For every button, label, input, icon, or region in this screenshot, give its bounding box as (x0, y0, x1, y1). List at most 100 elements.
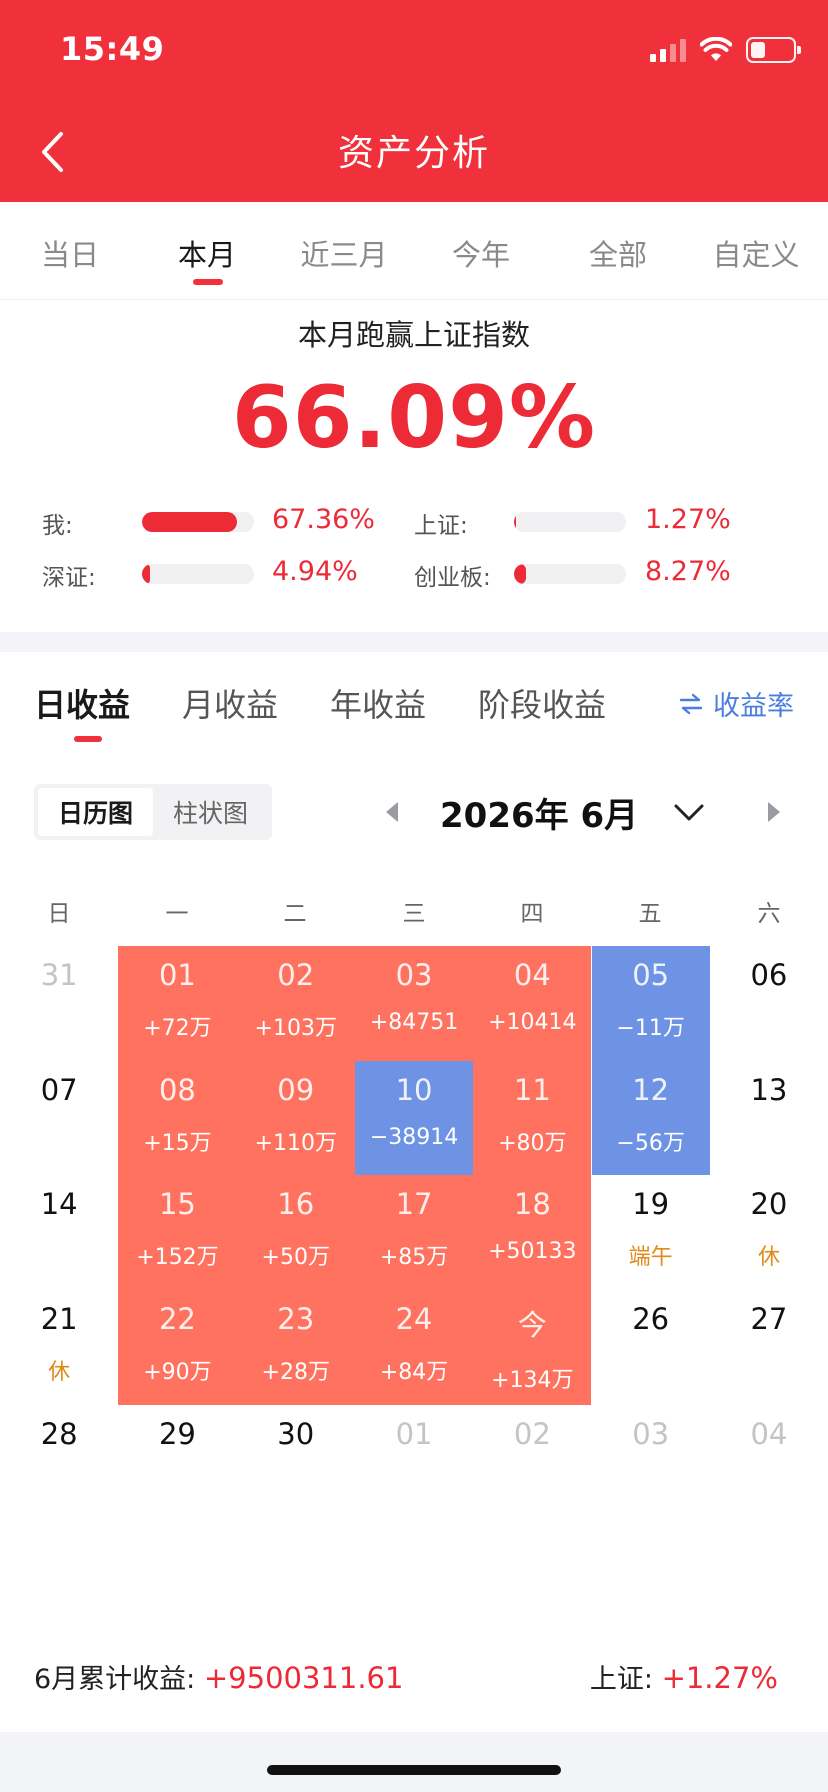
view-bar-option[interactable]: 柱状图 (153, 788, 268, 836)
tab-today[interactable]: 当日 (0, 232, 140, 274)
tab-yearly-earnings[interactable]: 年收益 (330, 680, 426, 726)
compare-label-shanghai: 上证: (414, 513, 468, 539)
calendar-day-cell[interactable]: 03 (592, 1405, 710, 1520)
calendar-day-number: 07 (40, 1072, 78, 1107)
calendar-day-cell[interactable]: 23 +28万 (236, 1290, 355, 1405)
calendar-holiday-label: 休 (757, 1245, 780, 1271)
weekday-fri: 五 (638, 901, 662, 927)
calendar-day-cell[interactable]: 07 (0, 1061, 118, 1176)
index-summary-label: 上证: (589, 1664, 653, 1695)
return-rate-link[interactable]: 收益率 (679, 684, 794, 723)
calendar-day-number: 13 (750, 1072, 788, 1107)
tab-all[interactable]: 全部 (548, 232, 688, 274)
calendar-day-cell[interactable]: 04 +10414 (473, 946, 592, 1061)
earnings-card: 日收益 月收益 年收益 阶段收益 收益率 日历图 柱状图 2026年 6月 日 … (0, 652, 828, 1732)
calendar-day-number: 04 (750, 1416, 788, 1451)
calendar-day-cell[interactable]: 17 +85万 (354, 1175, 474, 1291)
calendar-day-cell[interactable]: 20 休 (710, 1175, 828, 1290)
calendar-day-number: 01 (158, 958, 196, 992)
compare-label-chinext: 创业板: (414, 565, 491, 591)
calendar-day-cell[interactable]: 30 (237, 1405, 355, 1520)
calendar-day-earning: +103万 (254, 1016, 337, 1041)
active-tab-indicator (193, 279, 223, 285)
calendar-day-cell[interactable]: 06 (710, 946, 828, 1061)
tab-monthly-earnings[interactable]: 月收益 (182, 680, 278, 726)
calendar-day-cell[interactable]: 16 +50万 (236, 1175, 355, 1291)
calendar-day-cell[interactable]: 13 (710, 1061, 828, 1176)
tab-this-month[interactable]: 本月 (137, 232, 277, 274)
calendar-day-cell[interactable]: 11 +80万 (473, 1060, 592, 1176)
tab-custom[interactable]: 自定义 (686, 232, 826, 274)
calendar-day-number: 03 (395, 958, 433, 992)
month-total-value: +9500311.61 (203, 1661, 404, 1695)
calendar-day-number: 21 (40, 1302, 78, 1337)
calendar-day-cell[interactable]: 28 (0, 1405, 118, 1520)
chevron-down-icon[interactable] (672, 798, 706, 826)
compare-bar-mine (142, 512, 254, 532)
calendar-day-cell[interactable]: 04 (710, 1405, 828, 1520)
compare-value-shenzhen: 4.94% (272, 556, 358, 587)
calendar-day-earning: +28万 (261, 1360, 330, 1386)
beat-index-card: 本月跑赢上证指数 66.09% 我: 67.36% 上证: 1.27% 深证: … (0, 300, 828, 632)
calendar-day-earning: +152万 (136, 1245, 219, 1271)
calendar-day-earning: +80万 (498, 1130, 567, 1156)
next-month-icon[interactable] (762, 798, 786, 826)
calendar-day-number: 14 (40, 1187, 78, 1222)
calendar-day-number: 03 (632, 1416, 670, 1451)
calendar-day-earning: +10414 (488, 1010, 577, 1035)
tab-this-year[interactable]: 今年 (411, 232, 551, 274)
compare-bar-shanghai (514, 512, 626, 532)
calendar-day-cell[interactable]: 26 (592, 1290, 710, 1405)
wifi-icon (700, 37, 732, 61)
calendar-day-cell[interactable]: 03 +84751 (354, 946, 474, 1061)
cellular-signal-icon (650, 38, 686, 62)
calendar-day-cell[interactable]: 21 休 (0, 1290, 118, 1405)
tab-daily-earnings[interactable]: 日收益 (34, 680, 130, 726)
calendar-day-cell[interactable]: 02 +103万 (236, 946, 355, 1061)
calendar-day-cell[interactable]: 22 +90万 (118, 1290, 237, 1405)
calendar-day-cell[interactable]: 18 +50133 (473, 1175, 592, 1291)
calendar-day-cell[interactable]: 29 (118, 1405, 236, 1520)
calendar-day-earning: +134万 (491, 1368, 574, 1394)
view-calendar-option[interactable]: 日历图 (38, 788, 153, 836)
calendar-day-number: 24 (395, 1302, 433, 1337)
calendar-day-cell[interactable]: 10 −38914 (354, 1060, 474, 1176)
calendar-day-cell[interactable]: 01 (355, 1405, 473, 1520)
calendar-day-number: 09 (277, 1072, 315, 1107)
calendar-day-cell[interactable]: 05 −11万 (591, 946, 710, 1061)
calendar-holiday-label: 端午 (628, 1245, 673, 1271)
prev-month-icon[interactable] (380, 798, 404, 826)
calendar-day-cell[interactable]: 24 +84万 (354, 1290, 474, 1405)
calendar-day-number: 17 (395, 1187, 433, 1222)
return-rate-label: 收益率 (713, 691, 794, 722)
beat-percentage: 66.09% (231, 368, 597, 468)
calendar-day-cell[interactable]: 14 (0, 1175, 118, 1290)
calendar-day-number: 12 (632, 1072, 670, 1107)
calendar-day-cell[interactable]: 09 +110万 (236, 1060, 355, 1176)
swap-arrows-icon (679, 693, 703, 714)
calendar-day-cell[interactable]: 今 +134万 (473, 1290, 592, 1405)
calendar-day-earning: −11万 (616, 1016, 685, 1041)
tab-period-earnings[interactable]: 阶段收益 (478, 680, 606, 726)
calendar-day-number: 23 (277, 1302, 315, 1337)
calendar-day-cell[interactable]: 15 +152万 (118, 1175, 237, 1291)
calendar-day-cell[interactable]: 12 −56万 (591, 1060, 710, 1176)
weekday-sat: 六 (757, 901, 781, 927)
calendar-day-number: 29 (158, 1416, 196, 1451)
calendar-day-cell[interactable]: 02 (473, 1405, 591, 1520)
calendar-day-cell[interactable]: 27 (710, 1290, 828, 1405)
compare-value-chinext: 8.27% (645, 556, 731, 587)
calendar-day-number: 今 (517, 1308, 547, 1343)
month-total-label: 6月累计收益: (34, 1664, 196, 1695)
weekday-thu: 四 (520, 901, 544, 927)
calendar-day-number: 20 (750, 1187, 788, 1222)
calendar-day-earning: +90万 (143, 1360, 212, 1386)
calendar-day-cell[interactable]: 19 端午 (592, 1175, 710, 1290)
tab-three-months[interactable]: 近三月 (274, 232, 414, 274)
calendar-day-cell[interactable]: 08 +15万 (118, 1060, 237, 1176)
calendar-day-cell[interactable]: 31 (0, 946, 118, 1061)
calendar-day-number: 15 (158, 1187, 196, 1222)
weekday-tue: 二 (283, 901, 307, 927)
calendar-day-cell[interactable]: 01 +72万 (118, 946, 237, 1061)
compare-label-shenzhen: 深证: (42, 565, 96, 591)
